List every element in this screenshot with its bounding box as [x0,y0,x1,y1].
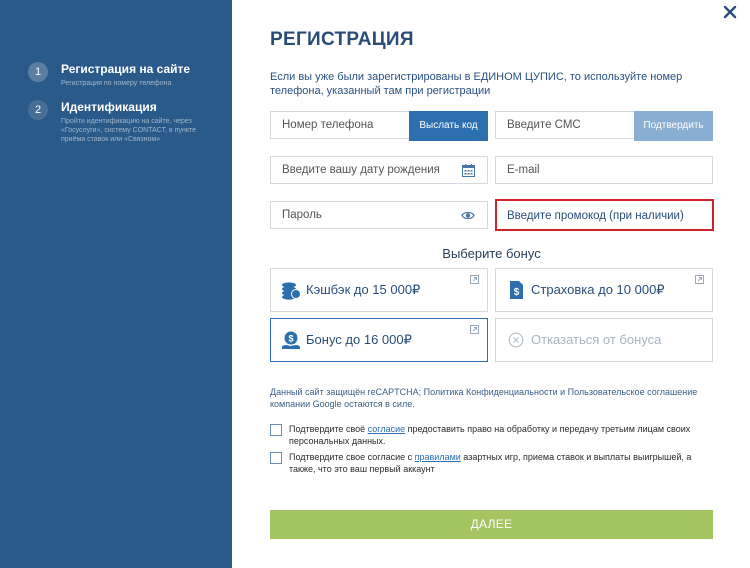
email-placeholder: E-mail [507,164,540,176]
decline-icon [508,332,524,348]
step-description: Регистрация по номеру телефона [61,80,172,87]
svg-text:$: $ [288,334,293,344]
bonus-label: Кэшбэк до 15 000₽ [306,282,421,297]
bonus-label: Отказаться от бонуса [531,332,662,347]
step-title: Идентификация [61,100,157,114]
consent-link[interactable]: согласие [368,424,405,434]
intro-text: Если вы уже были зарегистрированы в ЕДИН… [270,71,683,97]
external-link-icon[interactable] [695,275,704,284]
svg-text:$: $ [514,287,520,298]
bonus-option-insurance[interactable]: $ Страховка до 10 000₽ [495,268,713,312]
step-description: Пройти идентификацию на сайте, через «Го… [61,118,197,143]
coins-icon [282,282,301,300]
consent-text-start: Подтвердите своё [289,424,368,434]
bonus-section-title: Выберите бонус [442,246,541,261]
bonus-label: Бонус до 16 000₽ [306,332,412,347]
close-button[interactable] [722,4,738,20]
consent-text: Подтвердите своё согласие предоставить п… [289,423,714,447]
phone-field[interactable]: Номер телефона Выслать код [270,111,488,141]
sms-code-field[interactable]: Введите СМС Подтвердить [495,111,713,141]
step-number: 1 [28,62,48,82]
insurance-document-icon: $ [510,281,523,299]
external-link-icon[interactable] [470,275,479,284]
page-title: РЕГИСТРАЦИЯ [270,29,414,50]
password-field[interactable]: Пароль [270,201,488,229]
email-field[interactable]: E-mail [495,156,713,184]
bonus-option-deposit-bonus[interactable]: $ Бонус до 16 000₽ [270,318,488,362]
birthdate-field[interactable]: Введите вашу дату рождения [270,156,488,184]
rules-text: Подтвердите свое согласие с правилами аз… [289,451,714,475]
confirm-button[interactable]: Подтвердить [634,111,713,141]
step-number: 2 [28,100,48,120]
next-button[interactable]: ДАЛЕЕ [270,510,713,539]
send-code-button[interactable]: Выслать код [409,111,488,141]
promo-code-field[interactable]: Введите промокод (при наличии) [495,199,714,231]
sms-placeholder: Введите СМС [507,119,581,131]
rules-checkbox[interactable] [270,452,282,464]
registration-modal: 1 Регистрация на сайте Регистрация по но… [0,0,750,568]
bonus-label: Страховка до 10 000₽ [531,282,665,297]
close-icon [723,5,737,19]
rules-text-start: Подтвердите свое согласие с [289,452,415,462]
bonus-option-cashback[interactable]: Кэшбэк до 15 000₽ [270,268,488,312]
phone-placeholder: Номер телефона [282,119,374,131]
step-title: Регистрация на сайте [61,62,191,76]
password-placeholder: Пароль [282,209,322,221]
bonus-hand-coin-icon: $ [282,331,300,349]
steps-sidebar: 1 Регистрация на сайте Регистрация по но… [0,0,232,568]
promo-placeholder: Введите промокод (при наличии) [507,210,684,222]
bonus-option-decline[interactable]: Отказаться от бонуса [495,318,713,362]
birthdate-placeholder: Введите вашу дату рождения [282,164,440,176]
calendar-icon[interactable] [462,164,475,177]
eye-icon[interactable] [461,209,475,222]
external-link-icon[interactable] [470,325,479,334]
recaptcha-notice: Данный сайт защищён reCAPTCHA; Политика … [270,387,698,409]
consent-checkbox[interactable] [270,424,282,436]
rules-link[interactable]: правилами [415,452,461,462]
